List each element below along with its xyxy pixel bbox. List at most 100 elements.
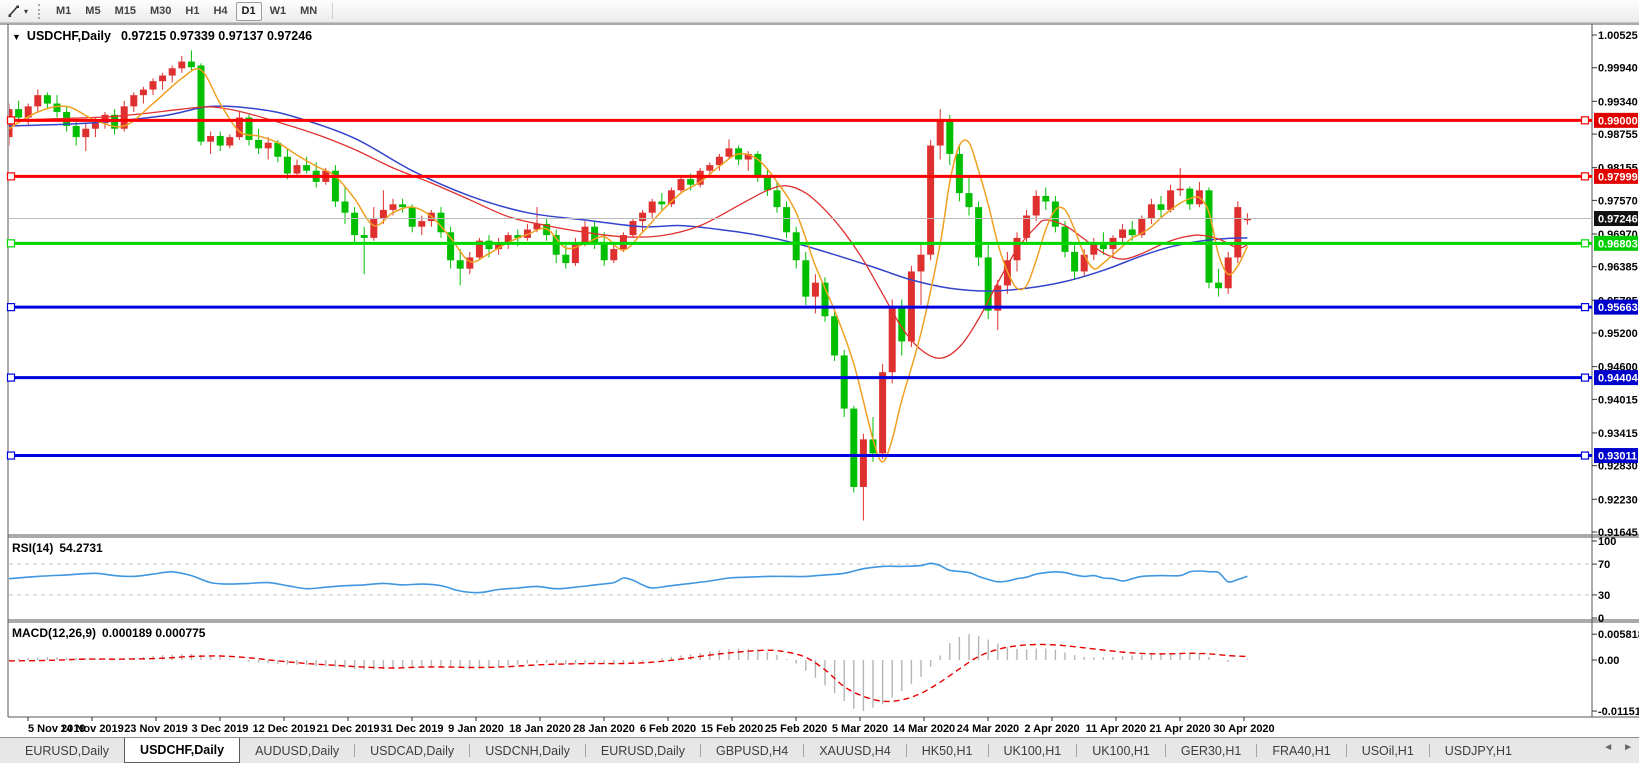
date-tick-label: 25 Feb 2020 [765, 723, 827, 735]
chart-tab-uk100-h1[interactable]: UK100,H1 [989, 738, 1077, 763]
level-price-badge-label: 0.93011 [1598, 451, 1637, 463]
candle-body [1215, 283, 1222, 289]
candle-body [54, 104, 61, 112]
date-tick-label: 30 Apr 2020 [1213, 723, 1274, 735]
timeframe-button-m5[interactable]: M5 [79, 2, 106, 21]
candle-body [303, 165, 310, 171]
candle-body [92, 123, 99, 129]
chart-tab-xauusd-h4[interactable]: XAUUSD,H4 [804, 738, 906, 763]
candle-body [793, 232, 800, 260]
candle-body [802, 260, 809, 296]
timeframe-button-d1[interactable]: D1 [236, 2, 262, 21]
chart-tab-usdjpy-h1[interactable]: USDJPY,H1 [1430, 738, 1527, 763]
date-tick-label: 15 Feb 2020 [701, 723, 763, 735]
candle-body [73, 126, 80, 137]
candle-body [418, 221, 425, 227]
price-tick-label: 0.93415 [1598, 428, 1638, 440]
candle-body [178, 62, 185, 69]
candle-body [966, 193, 973, 207]
candle-body [265, 143, 272, 149]
candle-body [1177, 189, 1184, 191]
candle-body [975, 207, 982, 257]
line-drag-handle[interactable] [8, 173, 15, 180]
rsi-tick-label: 0 [1598, 613, 1604, 625]
tabs-scroll-right-icon[interactable]: ► [1623, 742, 1633, 753]
candle-body [140, 90, 147, 96]
line-drag-handle[interactable] [1582, 240, 1589, 247]
line-drag-handle[interactable] [1582, 374, 1589, 381]
candle-body [927, 146, 934, 255]
date-tick-label: 11 Apr 2020 [1086, 723, 1147, 735]
line-drag-handle[interactable] [1582, 452, 1589, 459]
line-drag-handle[interactable] [8, 374, 15, 381]
date-tick-label: 6 Feb 2020 [640, 723, 696, 735]
timeframe-button-w1[interactable]: W1 [264, 2, 293, 21]
chart-canvas[interactable]: 1.005250.999400.993400.987550.981550.975… [0, 23, 1639, 737]
line-drag-handle[interactable] [1582, 173, 1589, 180]
timeframe-button-m15[interactable]: M15 [109, 2, 142, 21]
tabs-scroll-left-icon[interactable]: ◄ [1603, 742, 1613, 753]
chart-tab-hk50-h1[interactable]: HK50,H1 [907, 738, 988, 763]
candle-body [937, 120, 944, 145]
line-drag-handle[interactable] [1582, 117, 1589, 124]
chart-tab-gbpusd-h4[interactable]: GBPUSD,H4 [701, 738, 803, 763]
chart-tab-eurusd-daily[interactable]: EURUSD,Daily [10, 738, 124, 763]
candle-body [726, 148, 733, 156]
line-drag-handle[interactable] [1582, 304, 1589, 311]
date-tick-label: 21 Dec 2019 [317, 723, 380, 735]
candle-body [687, 179, 694, 185]
chart-tab-ger30-h1[interactable]: GER30,H1 [1166, 738, 1256, 763]
candle-body [217, 136, 224, 146]
candle-body [342, 202, 349, 213]
date-tick-label: 3 Dec 2019 [192, 723, 249, 735]
timeframe-button-h4[interactable]: H4 [207, 2, 233, 21]
price-tick-label: 0.92230 [1598, 494, 1638, 506]
timeframe-button-mn[interactable]: MN [294, 2, 323, 21]
chart-tab-usdcad-daily[interactable]: USDCAD,Daily [355, 738, 469, 763]
chart-tab-audusd-daily[interactable]: AUDUSD,Daily [240, 738, 354, 763]
candle-body [159, 76, 166, 82]
chart-tab-usdcnh-daily[interactable]: USDCNH,Daily [470, 738, 585, 763]
candle-body [678, 179, 685, 190]
macd-tick-label: 0.00 [1598, 655, 1619, 667]
candle-body [1033, 196, 1040, 216]
timeframe-button-h1[interactable]: H1 [179, 2, 205, 21]
date-tick-label: 9 Jan 2020 [448, 723, 504, 735]
candle-body [956, 154, 963, 193]
candle-body [370, 218, 377, 238]
candle-body [82, 129, 89, 137]
macd-tick-label: -0.011514 [1598, 706, 1639, 718]
candle-body [294, 165, 301, 173]
line-drag-handle[interactable] [8, 452, 15, 459]
candle-body [188, 62, 195, 68]
candle-body [582, 227, 589, 244]
candle-body [601, 243, 608, 260]
chart-tab-uk100-h1[interactable]: UK100,H1 [1077, 738, 1165, 763]
candle-body [783, 207, 790, 232]
toolbar-separator [332, 3, 333, 19]
tool-dropdown-caret[interactable]: ▾ [24, 7, 28, 16]
candle-body [658, 202, 665, 205]
chart-tab-usdchf-daily[interactable]: USDCHF,Daily [124, 738, 240, 763]
line-drag-handle[interactable] [8, 240, 15, 247]
macd-pane-label: MACD(12,26,9)0.000189 0.000775 [12, 626, 206, 640]
line-drag-handle[interactable] [8, 117, 15, 124]
date-tick-label: 12 Dec 2019 [253, 723, 316, 735]
price-tick-label: 0.96385 [1598, 262, 1638, 274]
timeframe-button-m30[interactable]: M30 [144, 2, 177, 21]
candle-body [150, 81, 157, 89]
chart-tab-usoil-h1[interactable]: USOil,H1 [1347, 738, 1429, 763]
chart-tab-bar: EURUSD,DailyUSDCHF,DailyAUDUSD,DailyUSDC… [0, 737, 1639, 763]
draw-tool-icon[interactable] [5, 3, 23, 20]
date-tick-label: 5 Mar 2020 [832, 723, 888, 735]
candle-body [34, 95, 41, 106]
candle-body [860, 439, 867, 487]
chart-tab-fra40-h1[interactable]: FRA40,H1 [1257, 738, 1345, 763]
date-tick-label: 21 Apr 2020 [1149, 723, 1210, 735]
line-drag-handle[interactable] [8, 304, 15, 311]
candle-body [918, 255, 925, 272]
timeframe-button-m1[interactable]: M1 [50, 2, 77, 21]
chart-tab-eurusd-daily[interactable]: EURUSD,Daily [586, 738, 700, 763]
price-tick-label: 0.99340 [1598, 96, 1638, 108]
candle-body [850, 409, 857, 487]
